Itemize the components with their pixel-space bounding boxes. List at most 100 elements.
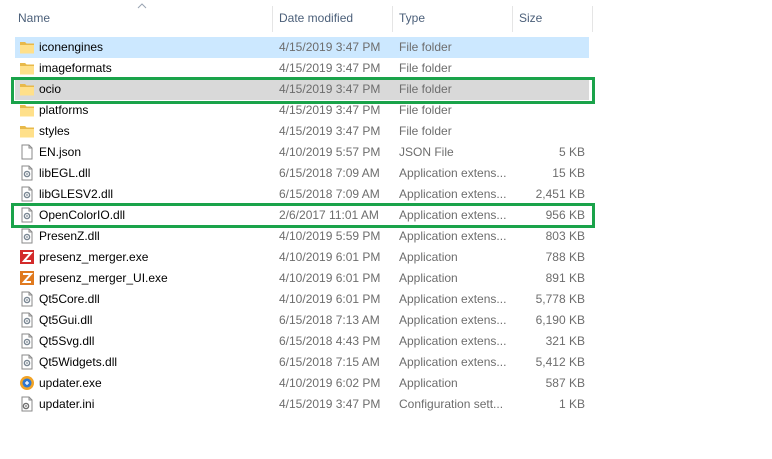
file-name: EN.json xyxy=(39,145,82,159)
file-type: JSON File xyxy=(399,145,454,159)
file-size: 891 KB xyxy=(545,271,585,285)
file-type: Configuration sett... xyxy=(399,397,504,411)
file-type: Application extens... xyxy=(399,229,507,243)
file-type: File folder xyxy=(399,61,452,75)
file-date-modified: 4/10/2019 6:02 PM xyxy=(279,376,381,390)
z-app-orange-icon xyxy=(19,270,35,286)
file-type: Application xyxy=(399,250,458,264)
file-row[interactable]: presenz_merger_UI.exe 4/10/2019 6:01 PM Ap… xyxy=(15,268,589,289)
file-name: Qt5Widgets.dll xyxy=(39,355,118,369)
dll-gear-icon xyxy=(19,165,35,181)
file-row[interactable]: libEGL.dll 6/15/2018 7:09 AM Application e… xyxy=(15,163,589,184)
file-row[interactable]: presenz_merger.exe 4/10/2019 6:01 PM Appli… xyxy=(15,247,589,268)
file-type: Application extens... xyxy=(399,187,507,201)
file-name: updater.ini xyxy=(39,397,95,411)
file-row[interactable]: updater.ini 4/15/2019 3:47 PM Configuratio… xyxy=(15,394,589,415)
file-row[interactable]: PresenZ.dll 4/10/2019 5:59 PM Application … xyxy=(15,226,589,247)
file-type: Application xyxy=(399,271,458,285)
file-row[interactable]: Qt5Core.dll 4/10/2019 6:01 PM Application … xyxy=(15,289,589,310)
annotation-highlight-box xyxy=(11,203,595,228)
folder-icon xyxy=(19,102,35,118)
column-header-type[interactable]: Type xyxy=(393,0,511,36)
file-size: 321 KB xyxy=(545,334,585,348)
column-header-bar: Name Date modified Type Size xyxy=(0,0,594,36)
file-name: Qt5Svg.dll xyxy=(39,334,95,348)
column-divider[interactable] xyxy=(592,6,593,32)
file-date-modified: 6/15/2018 4:43 PM xyxy=(279,334,381,348)
file-size: 5,778 KB xyxy=(535,292,585,306)
file-size xyxy=(515,121,585,142)
file-size: 788 KB xyxy=(545,250,585,264)
dll-gear-icon xyxy=(19,333,35,349)
file-name: libEGL.dll xyxy=(39,166,91,180)
file-type: Application extens... xyxy=(399,355,507,369)
z-app-red-icon xyxy=(19,249,35,265)
sort-ascending-icon[interactable] xyxy=(137,2,147,10)
file-name: libGLESV2.dll xyxy=(39,187,114,201)
file-size: 6,190 KB xyxy=(535,313,585,327)
file-date-modified: 6/15/2018 7:13 AM xyxy=(279,313,380,327)
file-date-modified: 6/15/2018 7:15 AM xyxy=(279,355,380,369)
file-date-modified: 6/15/2018 7:09 AM xyxy=(279,187,380,201)
file-type: Application extens... xyxy=(399,313,507,327)
annotation-highlight-box xyxy=(11,77,595,104)
file-row[interactable]: iconengines 4/15/2019 3:47 PM File folder xyxy=(15,37,589,58)
folder-icon xyxy=(19,123,35,139)
file-type: Application extens... xyxy=(399,166,507,180)
file-size: 803 KB xyxy=(545,229,585,243)
dll-gear-icon xyxy=(19,354,35,370)
file-row[interactable]: EN.json 4/10/2019 5:57 PM JSON File 5 KB xyxy=(15,142,589,163)
file-name: updater.exe xyxy=(39,376,102,390)
file-size: 587 KB xyxy=(545,376,585,390)
file-type: Application extens... xyxy=(399,334,507,348)
updater-app-icon xyxy=(19,375,35,391)
dll-gear-icon xyxy=(19,312,35,328)
file-size: 15 KB xyxy=(552,166,585,180)
folder-icon xyxy=(19,60,35,76)
column-header-size[interactable]: Size xyxy=(513,0,593,36)
column-header-size-label: Size xyxy=(519,11,543,25)
file-type: Application xyxy=(399,376,458,390)
file-name: presenz_merger.exe xyxy=(39,250,149,264)
column-header-name-label: Name xyxy=(18,11,51,25)
file-size xyxy=(515,58,585,79)
file-row[interactable]: Qt5Svg.dll 6/15/2018 4:43 PM Application e… xyxy=(15,331,589,352)
file-date-modified: 4/15/2019 3:47 PM xyxy=(279,61,381,75)
file-date-modified: 4/10/2019 5:59 PM xyxy=(279,229,381,243)
dll-gear-icon xyxy=(19,228,35,244)
column-header-date-modified[interactable]: Date modified xyxy=(273,0,391,36)
file-row[interactable]: Qt5Widgets.dll 6/15/2018 7:15 AM Applicati… xyxy=(15,352,589,373)
file-date-modified: 4/10/2019 5:57 PM xyxy=(279,145,381,159)
file-row[interactable]: Qt5Gui.dll 6/15/2018 7:13 AM Application e… xyxy=(15,310,589,331)
file-date-modified: 6/15/2018 7:09 AM xyxy=(279,166,380,180)
document-icon xyxy=(19,144,35,160)
file-name: presenz_merger_UI.exe xyxy=(39,271,168,285)
folder-icon xyxy=(19,39,35,55)
dll-gear-icon xyxy=(19,186,35,202)
file-size: 1 KB xyxy=(558,397,585,411)
file-type: Application extens... xyxy=(399,292,507,306)
file-name: PresenZ.dll xyxy=(39,229,100,243)
file-date-modified: 4/15/2019 3:47 PM xyxy=(279,40,381,54)
file-date-modified: 4/10/2019 6:01 PM xyxy=(279,292,381,306)
file-name: Qt5Gui.dll xyxy=(39,313,93,327)
file-row[interactable]: styles 4/15/2019 3:47 PM File folder xyxy=(15,121,589,142)
column-header-type-label: Type xyxy=(399,11,426,25)
file-size: 5 KB xyxy=(558,145,585,159)
file-date-modified: 4/15/2019 3:47 PM xyxy=(279,397,381,411)
file-date-modified: 4/15/2019 3:47 PM xyxy=(279,124,381,138)
column-header-date-label: Date modified xyxy=(279,11,354,25)
file-date-modified: 4/10/2019 6:01 PM xyxy=(279,271,381,285)
file-size xyxy=(515,37,585,58)
file-name: Qt5Core.dll xyxy=(39,292,100,306)
file-row[interactable]: updater.exe 4/10/2019 6:02 PM Application 5… xyxy=(15,373,589,394)
file-size: 2,451 KB xyxy=(535,187,585,201)
file-type: File folder xyxy=(399,124,452,138)
file-name: styles xyxy=(39,124,70,138)
config-gear-icon xyxy=(19,396,35,412)
file-name: iconengines xyxy=(39,40,104,54)
file-date-modified: 4/10/2019 6:01 PM xyxy=(279,250,381,264)
file-row[interactable]: libGLESV2.dll 6/15/2018 7:09 AM Applicatio… xyxy=(15,184,589,205)
file-row[interactable]: imageformats 4/15/2019 3:47 PM File folder xyxy=(15,58,589,79)
dll-gear-icon xyxy=(19,291,35,307)
